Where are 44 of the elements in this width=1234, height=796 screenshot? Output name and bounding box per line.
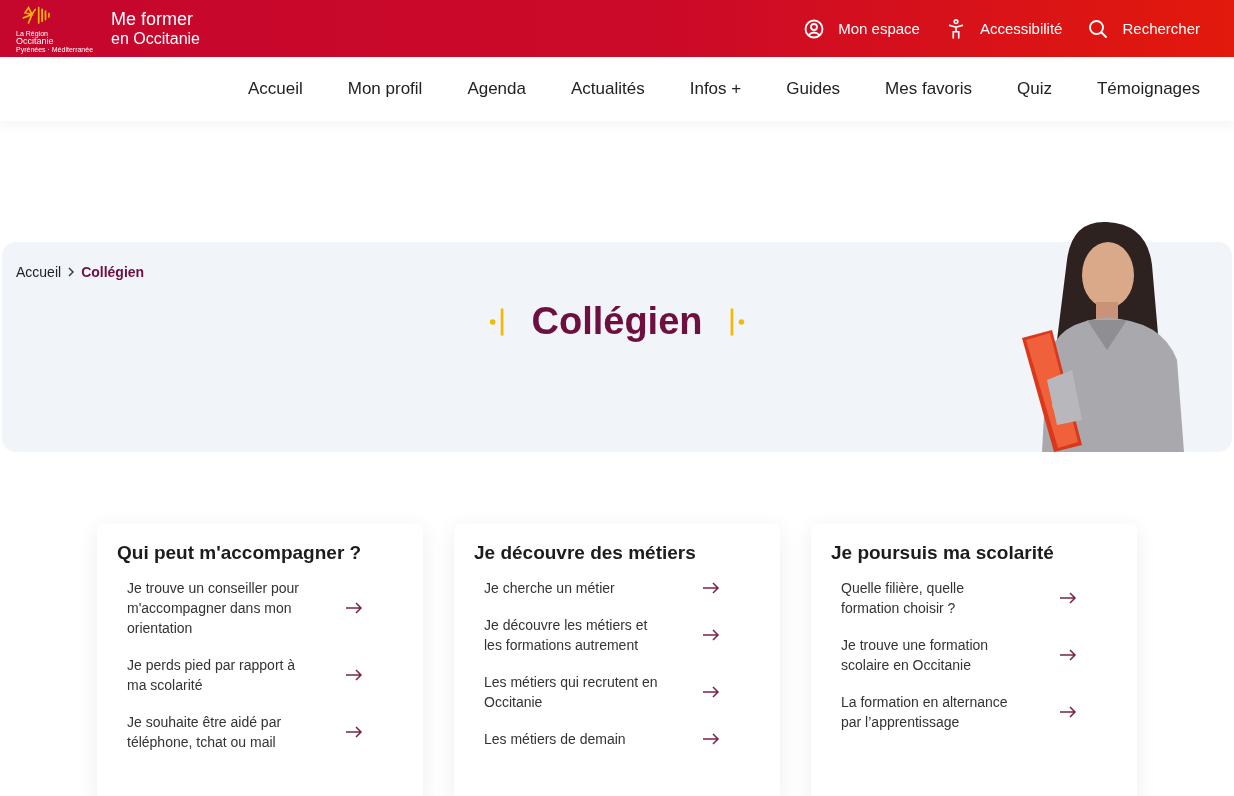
card-link[interactable]: Je souhaite être aidé par téléphone, tchat ou mail — [117, 712, 403, 752]
card-link[interactable]: Je cherche un métier — [474, 578, 760, 598]
card-link[interactable]: Les métiers de demain — [474, 729, 760, 749]
account-link[interactable]: Mon espace — [804, 18, 920, 39]
card-link[interactable]: Je trouve un conseiller pour m'accompagner dans mon orientation — [117, 578, 403, 638]
arrow-icon — [702, 733, 720, 745]
card-link[interactable]: La formation en alternance par l’apprentissage — [831, 692, 1117, 732]
card-link[interactable]: Quelle filière, quelle formation choisir ? — [831, 578, 1117, 618]
arrow-icon — [1059, 706, 1077, 718]
card-link[interactable]: Je trouve une formation scolaire en Occitanie — [831, 635, 1117, 675]
chevron-icon — [67, 266, 76, 278]
arrow-icon — [345, 726, 363, 738]
nav-link[interactable]: Mes favoris — [885, 79, 972, 99]
card-link[interactable]: Je découvre les métiers et les formations autrement — [474, 615, 760, 655]
arrow-icon — [1059, 649, 1077, 661]
logo-text: Occitanie — [16, 37, 54, 46]
search-link[interactable]: Rechercher — [1088, 18, 1200, 39]
nav-link[interactable]: Actualités — [571, 79, 645, 99]
arrow-icon — [702, 582, 720, 594]
accessibility-link[interactable]: Accessibilité — [945, 18, 1063, 39]
arrow-icon — [702, 629, 720, 641]
user-icon — [804, 18, 825, 39]
nav-link[interactable]: Guides — [786, 79, 841, 99]
nav-link[interactable]: Agenda — [467, 79, 526, 99]
breadcrumb-link[interactable]: Collégien — [81, 264, 145, 280]
site-title: Me former — [111, 9, 195, 30]
nav-link[interactable]: Mon profil — [347, 79, 423, 99]
card-title: Je poursuis ma scolarité — [831, 542, 1055, 564]
nav-link[interactable]: Témoignages — [1097, 79, 1200, 99]
arrow-icon — [345, 602, 363, 614]
card-title: Qui peut m'accompagner ? — [117, 542, 363, 564]
arrow-icon — [702, 686, 720, 698]
card-title: Je découvre des métiers — [474, 542, 697, 564]
nav-link[interactable]: Quiz — [1017, 79, 1052, 99]
arrow-icon — [345, 669, 363, 681]
card-link[interactable]: Les métiers qui recrutent en Occitanie — [474, 672, 760, 712]
arrow-icon — [1059, 592, 1077, 604]
card-link[interactable]: Je perds pied par rapport à ma scolarité — [117, 655, 403, 695]
search-icon — [1088, 18, 1109, 39]
breadcrumb-link[interactable]: Accueil — [16, 264, 62, 280]
site-title: en Occitanie — [111, 29, 200, 48]
page-title: Collégien — [531, 300, 703, 343]
nav-link[interactable]: Accueil — [247, 79, 303, 99]
nav-link[interactable]: Infos + — [689, 79, 742, 99]
